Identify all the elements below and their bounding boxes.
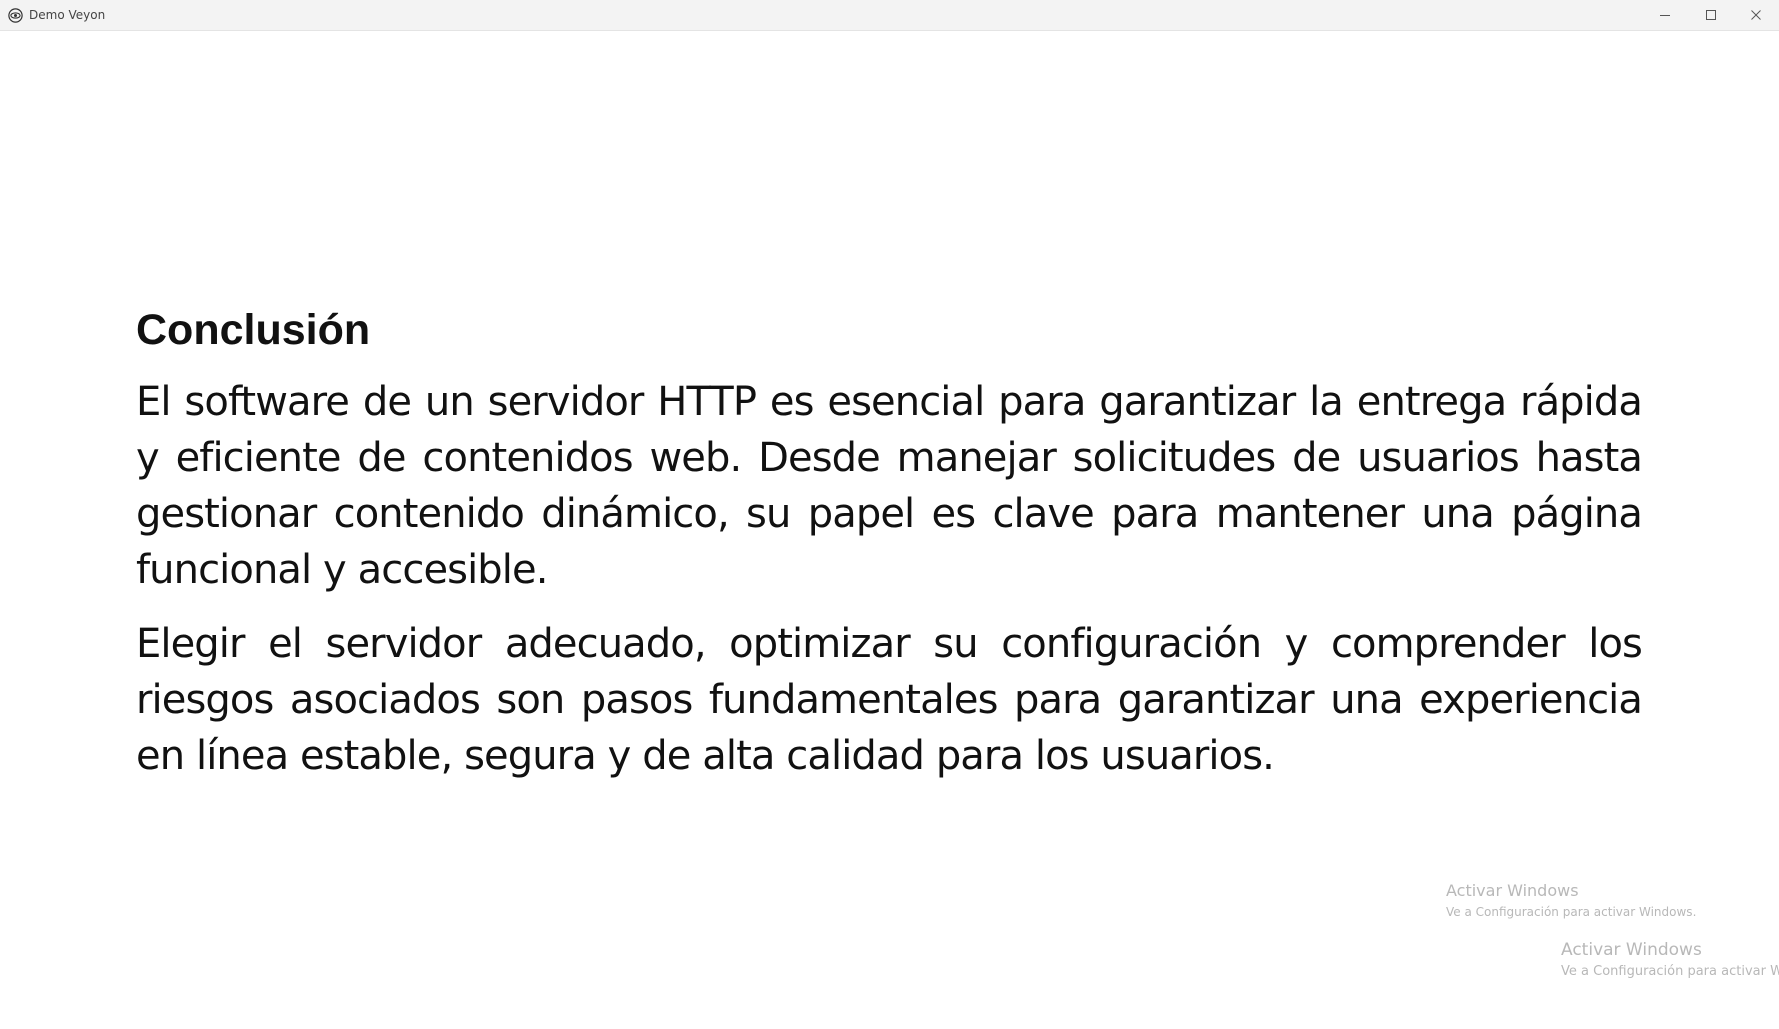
slide-paragraph-1: El software de un servidor HTTP es esenc…	[136, 379, 1643, 593]
veyon-eye-icon	[8, 8, 23, 23]
activation-watermark-subtitle: Ve a Configuración para activar W	[1561, 964, 1779, 979]
maximize-icon	[1705, 9, 1717, 21]
minimize-icon	[1659, 9, 1671, 21]
activation-watermark-title: Activar Windows	[1446, 881, 1579, 900]
minimize-button[interactable]	[1642, 0, 1688, 30]
slide-content: Conclusión El software de un servidor HT…	[136, 300, 1643, 802]
maximize-button[interactable]	[1688, 0, 1734, 30]
slide-paragraph-2: Elegir el servidor adecuado, optimizar s…	[136, 621, 1643, 779]
slide-title: Conclusión	[136, 306, 371, 354]
title-bar[interactable]: Demo Veyon	[0, 0, 1779, 31]
close-button[interactable]	[1733, 0, 1779, 30]
veyon-demo-window: Demo Veyon Conclusión El software de un …	[0, 0, 1779, 1029]
activation-watermark-title: Activar Windows	[1561, 940, 1702, 960]
close-icon	[1750, 9, 1762, 21]
activation-watermark-subtitle: Ve a Configuración para activar Windows.	[1446, 905, 1697, 919]
window-title: Demo Veyon	[29, 8, 106, 22]
